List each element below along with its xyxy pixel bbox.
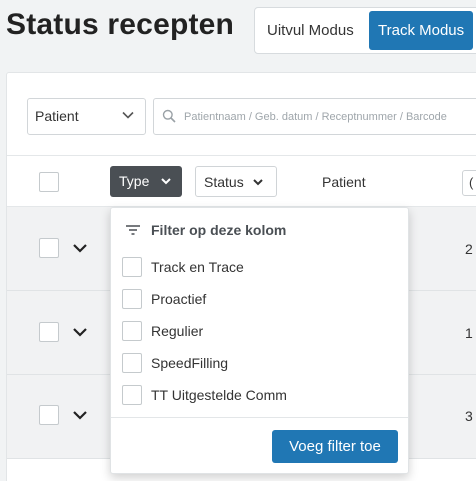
search-input[interactable] (184, 107, 474, 127)
row-value: 2 (465, 241, 473, 257)
divider (111, 417, 408, 418)
row-value: 1 (465, 325, 473, 341)
select-all-checkbox[interactable] (39, 172, 59, 192)
row-checkbox[interactable] (39, 322, 59, 342)
filter-option-tt-uitgestelde-comm[interactable]: TT Uitgestelde Comm (122, 385, 392, 407)
search-icon (162, 109, 176, 123)
filter-heading-label: Filter op deze kolom (151, 222, 287, 238)
next-column-header[interactable]: ( (462, 170, 476, 196)
expand-chevron-icon[interactable] (72, 409, 88, 421)
option-checkbox[interactable] (122, 353, 142, 373)
patient-column-header: Patient (322, 174, 366, 190)
option-checkbox[interactable] (122, 289, 142, 309)
type-column-label: Type (119, 173, 150, 189)
option-label: Proactief (151, 291, 207, 307)
option-checkbox[interactable] (122, 257, 142, 277)
expand-chevron-icon[interactable] (72, 242, 88, 254)
apply-filter-button[interactable]: Voeg filter toe (272, 430, 398, 463)
type-filter-dropdown: Filter op deze kolom Track en Trace Proa… (110, 207, 409, 474)
search-box (153, 98, 476, 135)
filter-icon (126, 225, 140, 235)
chevron-down-icon (161, 178, 171, 185)
filter-option-track-en-trace[interactable]: Track en Trace (122, 257, 392, 279)
search-field-select-value: Patient (35, 108, 79, 124)
page-title: Status recepten (6, 8, 235, 41)
chevron-down-icon (253, 179, 263, 186)
chevron-down-icon (122, 111, 134, 119)
option-label: TT Uitgestelde Comm (151, 387, 287, 403)
mode-toggle: Uitvul Modus Track Modus (254, 7, 476, 54)
option-label: Track en Trace (151, 259, 244, 275)
row-checkbox[interactable] (39, 238, 59, 258)
status-column-filter-button[interactable]: Status (195, 166, 277, 197)
track-mode-button[interactable]: Track Modus (369, 11, 474, 50)
expand-chevron-icon[interactable] (72, 326, 88, 338)
option-checkbox[interactable] (122, 385, 142, 405)
status-column-label: Status (204, 174, 244, 190)
option-label: SpeedFilling (151, 355, 229, 371)
row-checkbox[interactable] (39, 405, 59, 425)
row-value: 3 (465, 408, 473, 424)
uitvul-mode-button[interactable]: Uitvul Modus (267, 12, 360, 50)
filter-option-proactief[interactable]: Proactief (122, 289, 392, 311)
filter-option-speedfilling[interactable]: SpeedFilling (122, 353, 392, 375)
type-column-filter-button[interactable]: Type (110, 166, 182, 197)
option-label: Regulier (151, 323, 204, 339)
option-checkbox[interactable] (122, 321, 142, 341)
search-field-select[interactable]: Patient (27, 98, 146, 135)
filter-heading: Filter op deze kolom (125, 222, 286, 238)
filter-option-regulier[interactable]: Regulier (122, 321, 392, 343)
